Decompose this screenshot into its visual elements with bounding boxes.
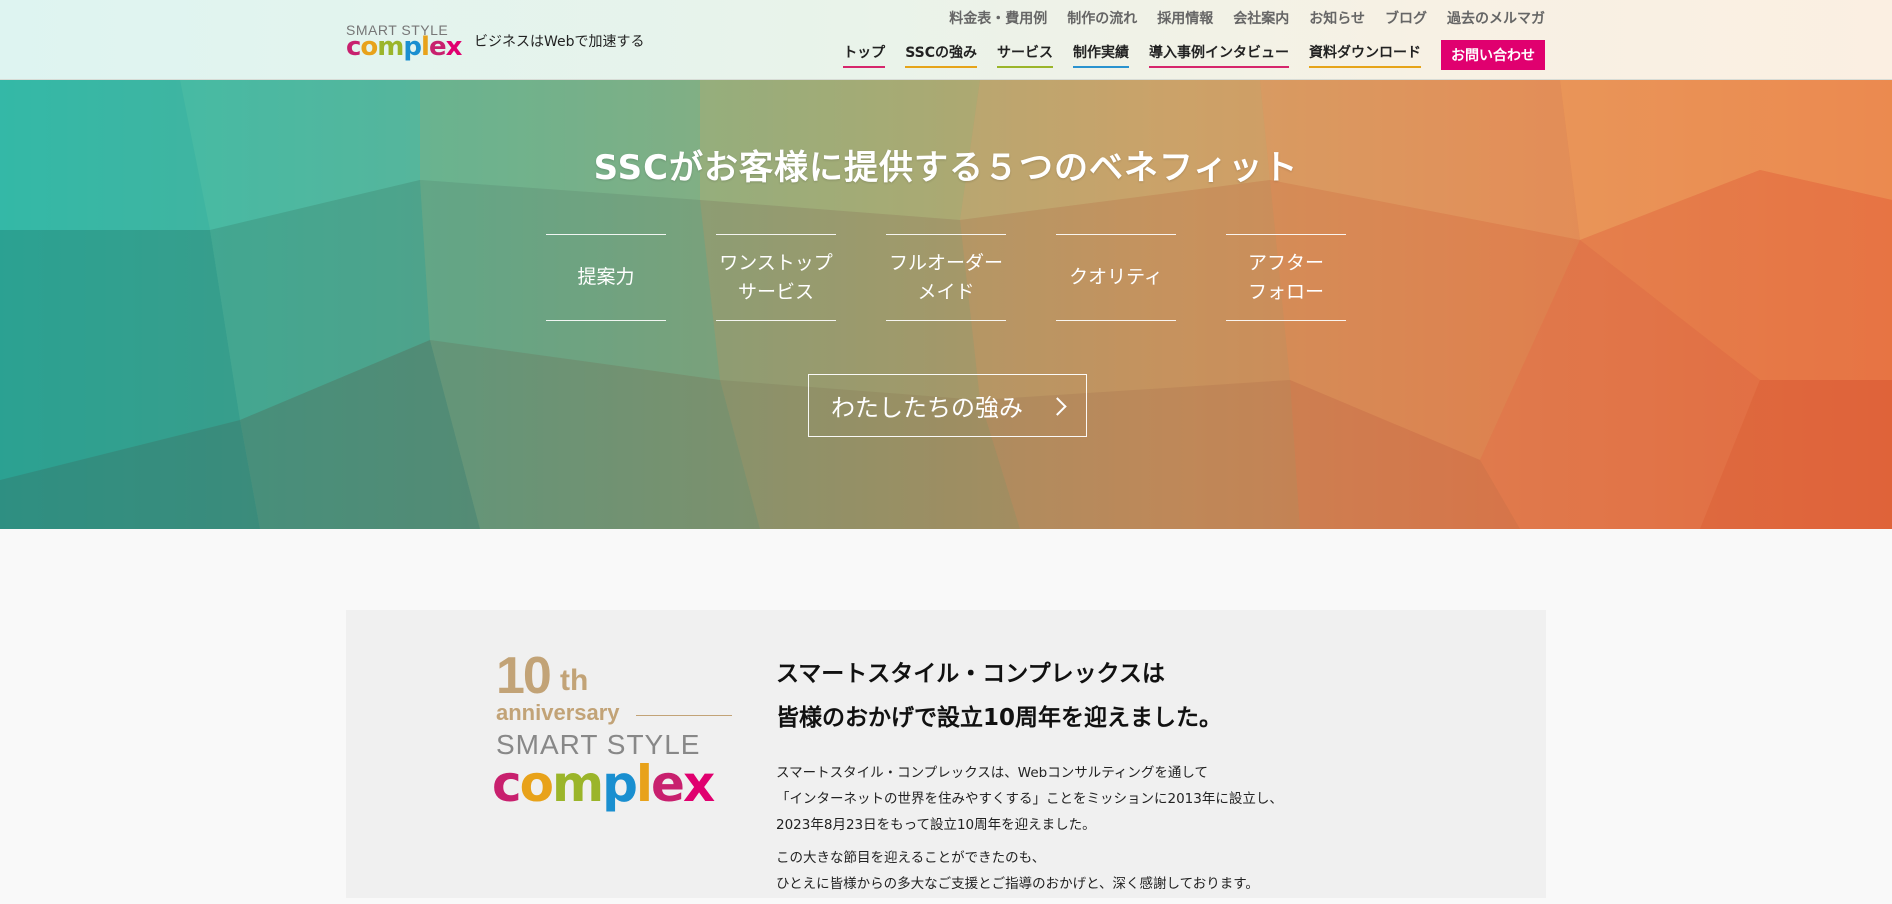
- our-strengths-button[interactable]: わたしたちの強み: [808, 374, 1087, 437]
- nav-services[interactable]: サービス: [997, 42, 1053, 68]
- subnav-newsletter[interactable]: 過去のメルマガ: [1447, 8, 1545, 28]
- anniversary-rule: [636, 715, 732, 716]
- anniversary-body: スマートスタイル・コンプレックスは、Webコンサルティングを通して 「インターネ…: [776, 760, 1283, 904]
- nav-top[interactable]: トップ: [843, 42, 886, 68]
- our-strengths-label: わたしたちの強み: [831, 394, 1023, 422]
- subnav-company[interactable]: 会社案内: [1233, 8, 1289, 28]
- hero-section: SSCがお客様に提供する５つのベネフィット 提案力 ワンストップ サービス フル…: [0, 80, 1892, 529]
- logo-main-text: complex: [346, 32, 462, 62]
- anniversary-heading: スマートスタイル・コンプレックスは 皆様のおかげで設立10周年を迎えました。: [776, 652, 1222, 740]
- anniversary-number: 10: [496, 647, 552, 705]
- chevron-right-icon: [1048, 397, 1067, 416]
- anniversary-brand-main: complex: [492, 755, 715, 813]
- paragraph-1: スマートスタイル・コンプレックスは、Webコンサルティングを通して 「インターネ…: [776, 760, 1283, 838]
- anniversary-panel: 10 th anniversary SMART STYLE complex スマ…: [346, 610, 1546, 898]
- main-navigation: トップ SSCの強み サービス 制作実績 導入事例インタビュー 資料ダウンロード…: [843, 40, 1545, 70]
- para2-line-1: この大きな節目を迎えることができたのも、: [776, 850, 1046, 866]
- subnav-flow[interactable]: 制作の流れ: [1067, 8, 1137, 28]
- para1-line-3: 2023年8月23日をもって設立10周年を迎えました。: [776, 817, 1096, 833]
- site-logo[interactable]: SMART STYLE complex: [346, 22, 462, 62]
- nav-interviews[interactable]: 導入事例インタビュー: [1149, 42, 1289, 68]
- heading-line-1: スマートスタイル・コンプレックスは: [776, 661, 1165, 687]
- nav-works[interactable]: 制作実績: [1073, 42, 1129, 68]
- hero-title: SSCがお客様に提供する５つのベネフィット: [593, 148, 1299, 188]
- site-header: SMART STYLE complex ビジネスはWebで加速する 料金表・費用…: [0, 0, 1892, 80]
- anniversary-suffix: th: [560, 664, 589, 697]
- paragraph-2: この大きな節目を迎えることができたのも、 ひとえに皆様からの多大なご支援とご指導…: [776, 845, 1283, 897]
- subnav-blog[interactable]: ブログ: [1385, 8, 1427, 28]
- para1-line-2: 「インターネットの世界を住みやすくする」ことをミッションに2013年に設立し、: [776, 791, 1283, 807]
- benefit-full-order: フルオーダー メイド: [886, 234, 1006, 321]
- heading-line-2: 皆様のおかげで設立10周年を迎えました。: [776, 705, 1223, 731]
- para1-line-1: スマートスタイル・コンプレックスは、Webコンサルティングを通して: [776, 765, 1209, 781]
- sub-navigation: 料金表・費用例 制作の流れ 採用情報 会社案内 お知らせ ブログ 過去のメルマガ: [949, 8, 1545, 28]
- benefit-after-follow: アフター フォロー: [1226, 234, 1346, 321]
- nav-downloads[interactable]: 資料ダウンロード: [1309, 42, 1421, 68]
- benefit-proposal: 提案力: [546, 234, 666, 321]
- nav-strengths[interactable]: SSCの強み: [905, 42, 977, 68]
- subnav-pricing[interactable]: 料金表・費用例: [949, 8, 1047, 28]
- anniversary-word: anniversary: [496, 700, 620, 725]
- para2-line-2: ひとえに皆様からの多大なご支援とご指導のおかげと、深く感謝しております。: [776, 876, 1259, 892]
- subnav-recruit[interactable]: 採用情報: [1157, 8, 1213, 28]
- subnav-news[interactable]: お知らせ: [1309, 8, 1365, 28]
- benefit-one-stop: ワンストップ サービス: [716, 234, 836, 321]
- benefit-quality: クオリティ: [1056, 234, 1176, 321]
- contact-button[interactable]: お問い合わせ: [1441, 40, 1545, 70]
- tagline: ビジネスはWebで加速する: [474, 34, 645, 50]
- anniversary-logo: 10 th anniversary SMART STYLE complex: [492, 647, 736, 820]
